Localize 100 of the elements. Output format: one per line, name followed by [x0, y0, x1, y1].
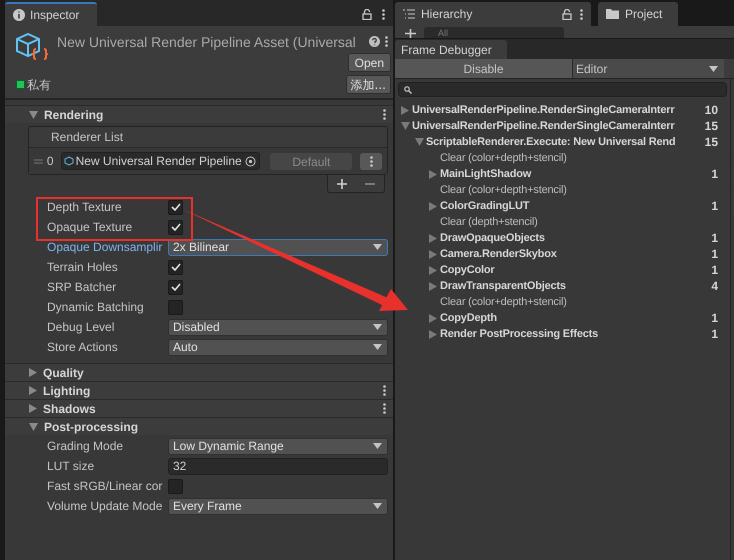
property-label: Dynamic Batching [47, 299, 145, 316]
event-label[interactable]: Camera.RenderSkybox [440, 246, 557, 262]
event-label[interactable]: DrawOpaqueObjects [440, 230, 545, 246]
lock-icon[interactable] [562, 8, 572, 20]
property-label: Volume Update Mode [47, 498, 164, 515]
event-count: 1 [711, 326, 718, 343]
more-icon[interactable] [383, 385, 386, 396]
property-label: Opaque Downsamplir [47, 239, 164, 256]
panel-tab[interactable]: Hierarchy [395, 2, 591, 26]
target-icon[interactable] [245, 156, 256, 166]
search-field[interactable] [398, 82, 727, 97]
object-field[interactable]: New Universal Render Pipeline [60, 152, 260, 170]
event-label[interactable]: DrawTransparentObjects [440, 278, 566, 294]
folder-icon [606, 9, 619, 19]
section-header[interactable]: Shadows [5, 399, 393, 417]
more-icon[interactable] [580, 8, 583, 20]
info-icon [13, 9, 25, 21]
check-icon [170, 223, 180, 231]
event-count: 1 [711, 230, 718, 247]
help-icon[interactable] [369, 36, 380, 47]
property-label: Terrain Holes [47, 259, 119, 276]
event-count: 1 [711, 166, 718, 183]
private-label: 私有 [27, 76, 51, 94]
event-label[interactable]: Clear (color+depth+stencil) [440, 150, 567, 166]
property-label: Opaque Texture [47, 219, 134, 236]
dropdown[interactable]: Every Frame [168, 498, 388, 514]
more-icon[interactable] [383, 403, 386, 414]
property-label: Depth Texture [47, 199, 122, 216]
more-icon[interactable] [385, 36, 388, 47]
property-label: LUT size [47, 458, 96, 475]
item-menu-button[interactable] [360, 152, 382, 170]
input-field[interactable]: 32 [168, 458, 388, 474]
more-icon[interactable] [383, 109, 386, 120]
event-label[interactable]: CopyDepth [440, 310, 497, 326]
editor-dropdown[interactable]: Editor [573, 59, 724, 78]
check-icon [170, 203, 180, 211]
event-label[interactable]: Clear (color+depth+stencil) [440, 294, 567, 310]
event-label[interactable]: ScriptableRenderer.Execute: New Universal Rend [426, 134, 676, 150]
check-icon [170, 263, 180, 271]
dropdown[interactable]: 2x Bilinear [168, 238, 388, 256]
collapsed-arrow-icon[interactable] [429, 170, 437, 178]
asset-title: New Universal Render Pipeline Asset (Universal [57, 33, 357, 52]
plus-icon[interactable] [337, 178, 347, 188]
checkbox[interactable] [168, 260, 183, 274]
list-header: Renderer List [51, 129, 124, 146]
drag-handle-icon[interactable] [34, 158, 43, 164]
index-label: 0 [46, 153, 54, 170]
caret-icon [373, 244, 382, 250]
event-label[interactable]: Render PostProcessing Effects [440, 326, 598, 342]
plus-icon[interactable] [405, 29, 416, 38]
frame-debugger-tab[interactable]: Frame Debugger [395, 40, 507, 59]
event-label[interactable]: UniversalRenderPipeline.RenderSingleCameraInterr [412, 102, 674, 118]
lock-icon[interactable] [362, 9, 372, 20]
checkbox[interactable] [168, 200, 183, 214]
dropdown[interactable]: Auto [168, 338, 388, 356]
event-count: 1 [711, 310, 718, 327]
disable-button[interactable]: Disable [395, 59, 573, 78]
event-label[interactable]: CopyColor [440, 262, 494, 278]
event-count: 15 [704, 118, 718, 135]
more-icon[interactable] [382, 9, 385, 20]
event-label[interactable]: Clear (depth+stencil) [440, 214, 538, 230]
section-header[interactable]: Quality [5, 363, 393, 381]
panel-tab[interactable]: Project [598, 2, 678, 26]
event-count: 10 [704, 102, 718, 119]
asset-icon [64, 156, 74, 166]
expanded-arrow-icon[interactable] [29, 422, 38, 430]
caret-icon [709, 66, 718, 72]
property-label: Grading Mode [47, 438, 124, 455]
caret-icon [373, 443, 382, 449]
check-icon [170, 283, 180, 291]
property-label: Store Actions [47, 339, 119, 356]
collapsed-arrow-icon[interactable] [401, 106, 409, 114]
event-label[interactable]: Clear (color+depth+stencil) [440, 182, 567, 198]
collapsed-arrow-icon[interactable] [429, 202, 437, 210]
event-count: 15 [704, 134, 718, 151]
event-count: 1 [711, 262, 718, 279]
open-button[interactable]: Open [348, 53, 391, 72]
checkbox[interactable] [168, 280, 183, 294]
event-label[interactable]: UniversalRenderPipeline.RenderSingleCameraInterr [412, 118, 674, 134]
section-header[interactable]: Lighting [5, 381, 393, 399]
checkbox[interactable] [168, 478, 183, 494]
caret-icon [373, 503, 382, 509]
dropdown[interactable]: Low Dynamic Range [168, 438, 388, 454]
checkbox[interactable] [16, 80, 25, 89]
inspector-tab[interactable]: Inspector [5, 2, 97, 26]
search-icon [404, 86, 412, 94]
dropdown[interactable]: Disabled [168, 318, 388, 336]
checkbox[interactable] [168, 220, 183, 234]
property-label: Fast sRGB/Linear cor [47, 478, 164, 495]
event-label[interactable]: MainLightShadow [440, 166, 532, 182]
section-header[interactable]: Rendering [5, 105, 393, 123]
property-label: SRP Batcher [47, 279, 118, 296]
section-header[interactable]: Post-processing [5, 417, 393, 435]
checkbox[interactable] [168, 300, 183, 314]
expanded-arrow-icon[interactable] [29, 110, 38, 118]
more-icon[interactable] [370, 156, 373, 166]
add-button[interactable]: 添加... [346, 75, 391, 94]
caret-icon [373, 344, 382, 350]
event-label[interactable]: ColorGradingLUT [440, 198, 530, 214]
caret-icon [373, 324, 382, 330]
